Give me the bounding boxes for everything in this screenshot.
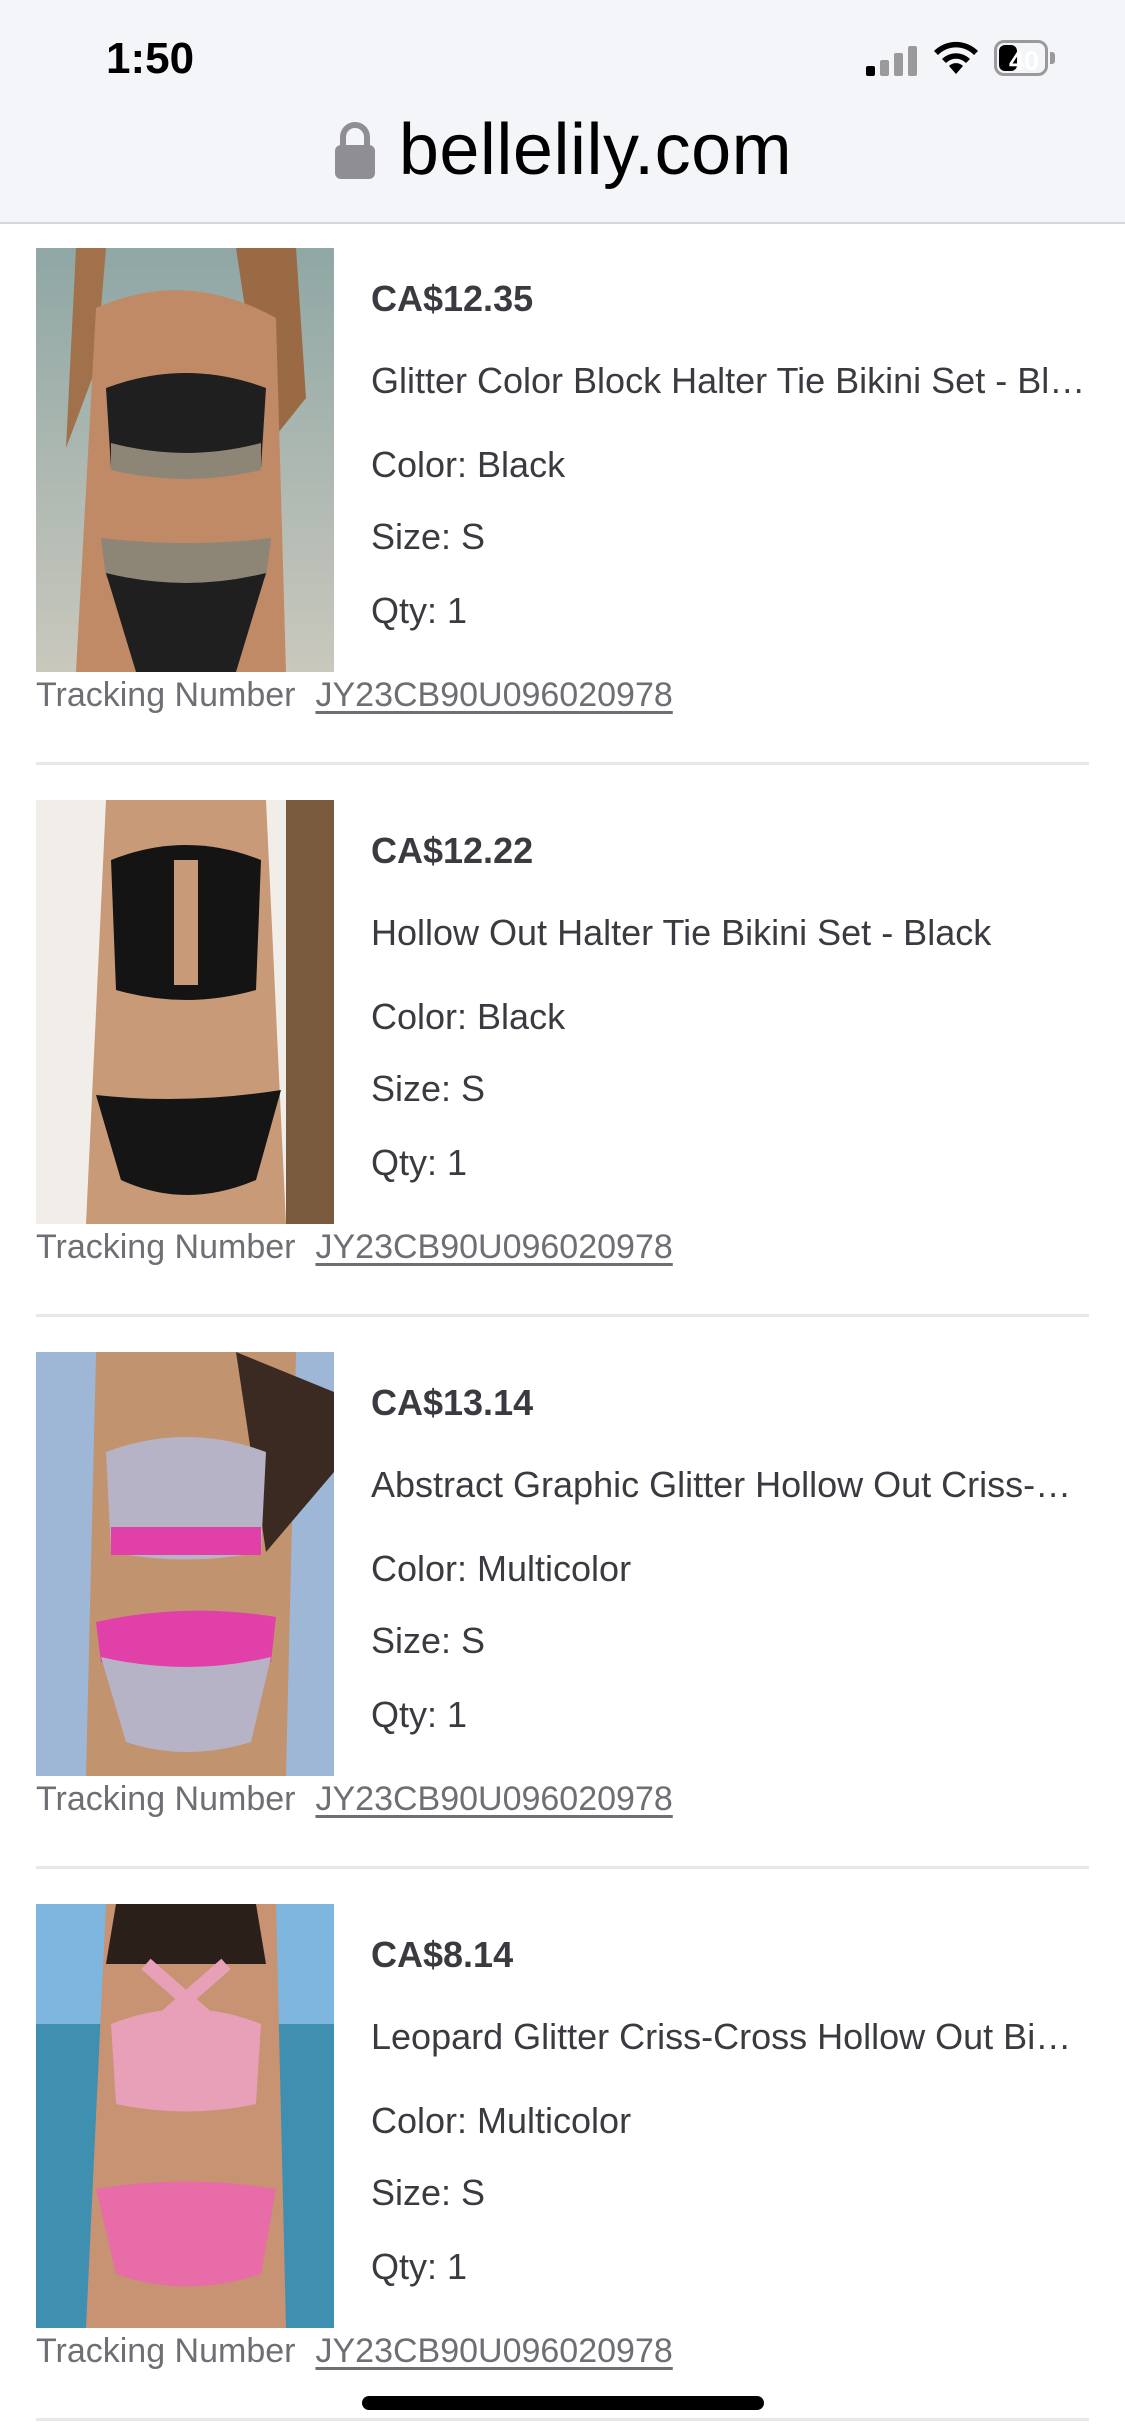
item-color: Color: Multicolor <box>371 1548 632 1589</box>
product-image[interactable] <box>36 1352 334 1776</box>
item-color: Color: Multicolor <box>371 2100 632 2141</box>
divider <box>36 762 1089 765</box>
tracking-row: Tracking Number JY23CB90U096020978 <box>36 1228 673 1267</box>
order-item: CA$13.14 Abstract Graphic Glitter Hollow… <box>36 1328 1089 1880</box>
url-domain: bellelily.com <box>398 110 793 190</box>
battery-icon: 40 <box>994 40 1056 78</box>
battery-level: 40 <box>1008 46 1040 76</box>
item-price: CA$12.22 <box>371 830 534 871</box>
item-size: Size: S <box>371 1068 486 1109</box>
cellular-signal-icon <box>866 46 917 76</box>
item-size: Size: S <box>371 516 486 557</box>
item-title[interactable]: Hollow Out Halter Tie Bikini Set - Black <box>371 912 1089 954</box>
item-qty: Qty: 1 <box>371 590 468 631</box>
address-bar[interactable]: bellelily.com <box>0 110 1125 190</box>
item-color: Color: Black <box>371 996 566 1037</box>
tracking-label: Tracking Number <box>36 1780 296 1818</box>
tracking-number-link[interactable]: JY23CB90U096020978 <box>315 2332 672 2370</box>
tracking-number-link[interactable]: JY23CB90U096020978 <box>315 1780 672 1818</box>
item-price: CA$13.14 <box>371 1382 534 1423</box>
product-image[interactable] <box>36 800 334 1224</box>
item-size: Size: S <box>371 1620 486 1661</box>
item-title[interactable]: Leopard Glitter Criss-Cross Hollow Out B… <box>371 2016 1089 2058</box>
item-title[interactable]: Glitter Color Block Halter Tie Bikini Se… <box>371 360 1089 402</box>
product-photo-bikini-black-hollow <box>36 800 334 1224</box>
divider <box>36 1866 1089 1869</box>
product-photo-bikini-multicolor-abstract <box>36 1352 334 1776</box>
tracking-label: Tracking Number <box>36 676 296 714</box>
lock-icon <box>334 122 375 179</box>
item-price: CA$8.14 <box>371 1934 514 1975</box>
product-photo-bikini-leopard-pink <box>36 1904 334 2328</box>
item-title[interactable]: Abstract Graphic Glitter Hollow Out Cris… <box>371 1464 1089 1506</box>
divider <box>36 2418 1089 2421</box>
tracking-row: Tracking Number JY23CB90U096020978 <box>36 1780 673 1819</box>
status-time: 1:50 <box>106 34 195 83</box>
item-qty: Qty: 1 <box>371 1142 468 1183</box>
product-image[interactable] <box>36 1904 334 2328</box>
divider <box>36 1314 1089 1317</box>
browser-top-bar: 1:50 40 bellelily.com <box>0 0 1125 224</box>
wifi-icon <box>934 41 978 74</box>
tracking-label: Tracking Number <box>36 1228 296 1266</box>
product-photo-bikini-black-glitter <box>36 248 334 672</box>
order-item: CA$8.14 Leopard Glitter Criss-Cross Holl… <box>36 1880 1089 2432</box>
item-qty: Qty: 1 <box>371 2246 468 2287</box>
item-qty: Qty: 1 <box>371 1694 468 1735</box>
home-indicator[interactable] <box>362 2396 764 2410</box>
tracking-number-link[interactable]: JY23CB90U096020978 <box>315 676 672 714</box>
order-item: CA$12.35 Glitter Color Block Halter Tie … <box>36 224 1089 776</box>
tracking-row: Tracking Number JY23CB90U096020978 <box>36 2332 673 2371</box>
order-item: CA$12.22 Hollow Out Halter Tie Bikini Se… <box>36 776 1089 1328</box>
tracking-label: Tracking Number <box>36 2332 296 2370</box>
product-image[interactable] <box>36 248 334 672</box>
tracking-number-link[interactable]: JY23CB90U096020978 <box>315 1228 672 1266</box>
item-price: CA$12.35 <box>371 278 534 319</box>
item-color: Color: Black <box>371 444 566 485</box>
item-size: Size: S <box>371 2172 486 2213</box>
tracking-row: Tracking Number JY23CB90U096020978 <box>36 676 673 715</box>
